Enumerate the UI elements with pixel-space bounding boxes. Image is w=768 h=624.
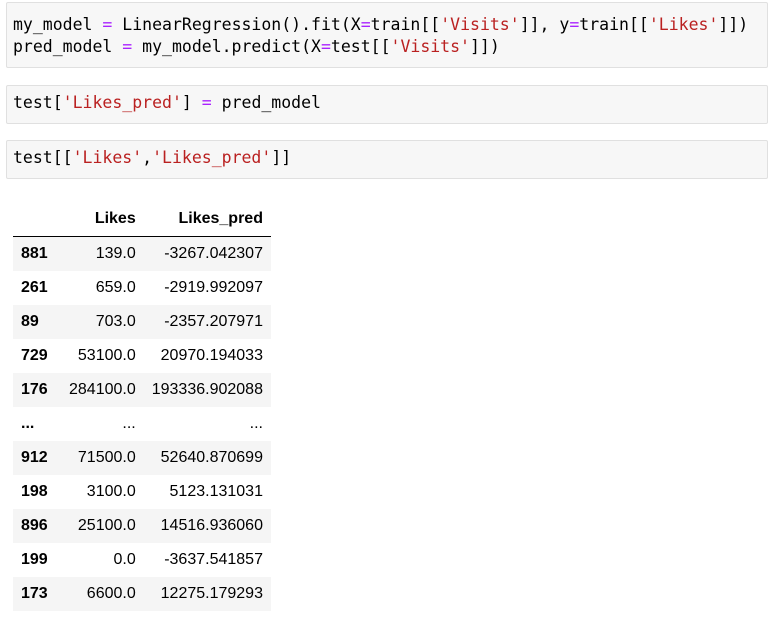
table-row: 89 703.0 -2357.207971 bbox=[13, 305, 271, 339]
likes-cell: 0.0 bbox=[113, 551, 136, 568]
code-token: = bbox=[102, 15, 113, 34]
code-token: test[[ bbox=[13, 148, 73, 167]
code-token: 'Likes_pred' bbox=[152, 148, 272, 167]
column-header-likes: Likes bbox=[61, 202, 144, 237]
table-row: 896 25100.0 14516.936060 bbox=[13, 509, 271, 543]
code-token: 'Likes' bbox=[72, 148, 143, 167]
code-token: pred_model bbox=[211, 93, 321, 112]
code-token: train[[ bbox=[370, 15, 441, 34]
likes-cell: 71500.0 bbox=[77, 449, 136, 466]
table-row: 912 71500.0 52640.870699 bbox=[13, 441, 271, 475]
likes-cell: 659.0 bbox=[95, 279, 136, 296]
likes-cell: 703.0 bbox=[95, 313, 136, 330]
code-token: test[ bbox=[13, 93, 63, 112]
table-row: 261 659.0 -2919.992097 bbox=[13, 271, 271, 305]
likes-pred-cell: -2357.207971 bbox=[164, 313, 263, 330]
table-row: 173 6600.0 12275.179293 bbox=[13, 577, 271, 611]
dataframe-table: Likes Likes_pred 881 139.0 -3267.042307 261… bbox=[13, 202, 271, 611]
row-index: ... bbox=[21, 415, 35, 432]
column-header-likes-pred: Likes_pred bbox=[143, 202, 271, 237]
likes-pred-cell: ... bbox=[249, 415, 263, 432]
table-row: 729 53100.0 20970.194033 bbox=[13, 339, 271, 373]
code-line: my_model = LinearRegression().fit(X=trai… bbox=[13, 14, 761, 36]
code-line: pred_model = my_model.predict(X=test[['V… bbox=[13, 36, 761, 58]
likes-pred-cell: 20970.194033 bbox=[160, 347, 263, 364]
code-token: = bbox=[320, 37, 331, 56]
code-token: = bbox=[360, 15, 371, 34]
table-row: 176 284100.0 193336.902088 bbox=[13, 373, 271, 407]
row-index: 912 bbox=[21, 449, 48, 466]
row-index: 198 bbox=[21, 483, 48, 500]
row-index: 896 bbox=[21, 517, 48, 534]
code-token: ]]) bbox=[470, 37, 500, 56]
code-token: my_model bbox=[13, 15, 93, 34]
likes-pred-cell: 14516.936060 bbox=[160, 517, 263, 534]
dataframe-output: Likes Likes_pred 881 139.0 -3267.042307 261… bbox=[13, 202, 271, 611]
code-token: my_model.predict(X bbox=[132, 37, 321, 56]
code-token: pred_model bbox=[13, 37, 113, 56]
code-line: test['Likes_pred'] = pred_model bbox=[13, 92, 761, 114]
likes-cell: 6600.0 bbox=[86, 585, 136, 602]
code-token: 'Likes' bbox=[648, 15, 719, 34]
code-token: , bbox=[142, 148, 153, 167]
code-token: ]] bbox=[271, 148, 292, 167]
row-index: 89 bbox=[21, 313, 39, 330]
likes-cell: ... bbox=[122, 415, 136, 432]
code-token: ]]) bbox=[718, 15, 749, 34]
row-index: 176 bbox=[21, 381, 48, 398]
code-cell-3[interactable]: test[['Likes','Likes_pred']] bbox=[6, 140, 768, 179]
table-header-row: Likes Likes_pred bbox=[13, 202, 271, 237]
table-row: 198 3100.0 5123.131031 bbox=[13, 475, 271, 509]
likes-pred-cell: -2919.992097 bbox=[164, 279, 263, 296]
code-token: ] bbox=[181, 93, 202, 112]
code-token: 'Visits' bbox=[390, 37, 470, 56]
table-row: 199 0.0 -3637.541857 bbox=[13, 543, 271, 577]
likes-cell: 139.0 bbox=[95, 245, 136, 262]
code-token: test[[ bbox=[330, 37, 391, 56]
likes-pred-cell: 12275.179293 bbox=[160, 585, 263, 602]
code-token: train[[ bbox=[579, 15, 649, 34]
code-token: 'Likes_pred' bbox=[62, 93, 182, 112]
row-index: 881 bbox=[21, 245, 48, 262]
code-token: 'Visits' bbox=[440, 15, 520, 34]
row-index: 261 bbox=[21, 279, 48, 296]
likes-cell: 3100.0 bbox=[86, 483, 136, 500]
index-header bbox=[13, 202, 61, 237]
code-line: test[['Likes','Likes_pred']] bbox=[13, 147, 761, 169]
code-token: = bbox=[569, 15, 580, 34]
row-index: 199 bbox=[21, 551, 48, 568]
likes-cell: 25100.0 bbox=[77, 517, 136, 534]
code-cell-2[interactable]: test['Likes_pred'] = pred_model bbox=[6, 85, 768, 124]
likes-pred-cell: 5123.131031 bbox=[169, 483, 263, 500]
likes-pred-cell: 52640.870699 bbox=[160, 449, 263, 466]
row-index: 729 bbox=[21, 347, 48, 364]
likes-cell: 53100.0 bbox=[77, 347, 136, 364]
likes-pred-cell: -3267.042307 bbox=[164, 245, 263, 262]
likes-cell: 284100.0 bbox=[69, 381, 136, 398]
table-row: ......... bbox=[13, 407, 271, 441]
code-cell-1[interactable]: my_model = LinearRegression().fit(X=trai… bbox=[6, 2, 768, 68]
likes-pred-cell: 193336.902088 bbox=[151, 381, 263, 398]
table-row: 881 139.0 -3267.042307 bbox=[13, 236, 271, 271]
code-token: LinearRegression().fit(X bbox=[112, 15, 361, 34]
code-token: = bbox=[201, 93, 212, 112]
code-token: = bbox=[122, 37, 133, 56]
row-index: 173 bbox=[21, 585, 48, 602]
code-token: ]], y bbox=[519, 15, 570, 34]
likes-pred-cell: -3637.541857 bbox=[164, 551, 263, 568]
